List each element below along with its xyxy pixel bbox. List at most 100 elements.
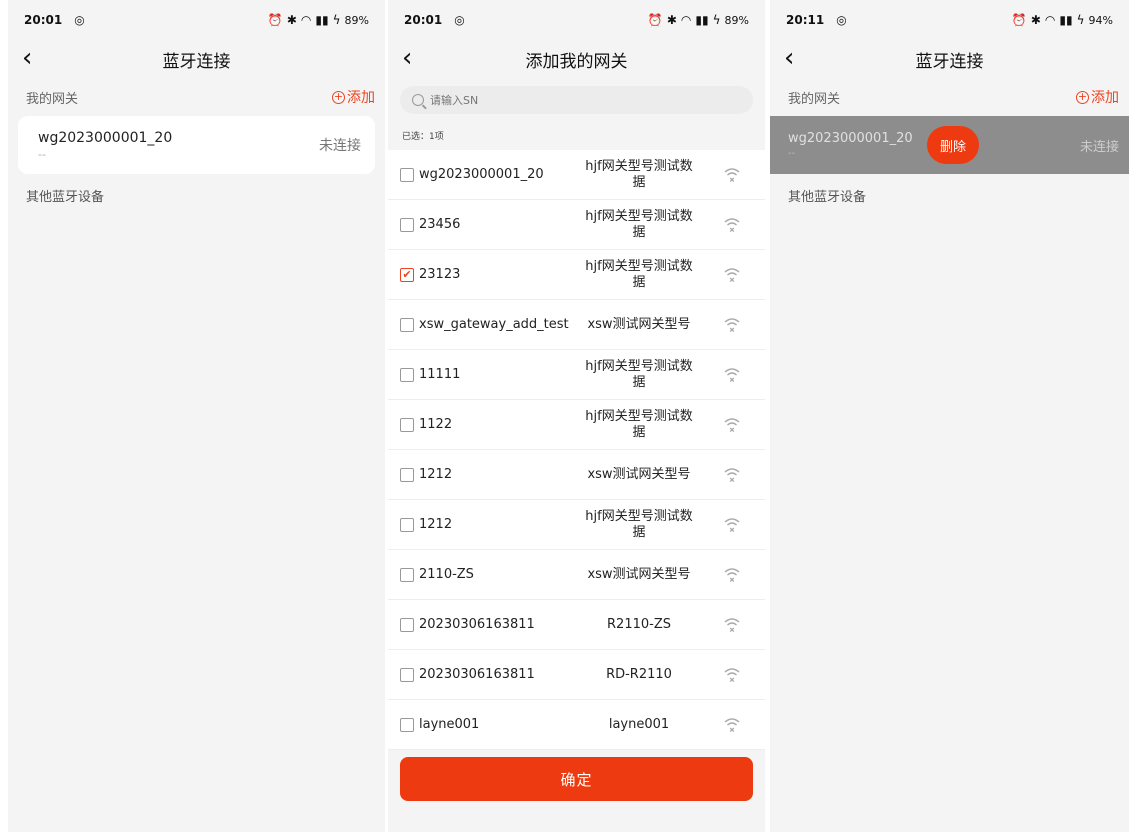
device-row[interactable]: 1212 hjf网关型号测试数据 [388, 500, 765, 550]
charging-icon: ϟ [712, 13, 721, 27]
device-sn: 20230306163811 [419, 617, 535, 632]
wifi-disconnected-icon [699, 317, 765, 333]
wifi-status-icon: ◠ [300, 13, 312, 27]
back-arrow-icon[interactable]: ‹ [22, 44, 32, 72]
screen-bluetooth-connect-delete: 20:11 ◎ ⏰ ✱ ◠ ▮▮ ϟ 94% ‹ 蓝牙连接 我的网关 + 添加 wg20230… [770, 0, 1129, 832]
device-row[interactable]: wg2023000001_20 hjf网关型号测试数据 [388, 150, 765, 200]
device-row[interactable]: 2110-ZS xsw测试网关型号 [388, 550, 765, 600]
page-title: 添加我的网关 [525, 51, 628, 72]
wifi-disconnected-icon [699, 617, 765, 633]
device-row[interactable]: 20230306163811 R2110-ZS [388, 600, 765, 650]
device-row[interactable]: 1212 xsw测试网关型号 [388, 450, 765, 500]
gateway-card-swiped[interactable]: wg2023000001_20 -- 删除 未连接 [770, 116, 1129, 174]
back-arrow-icon[interactable]: ‹ [402, 44, 412, 72]
status-bar: 20:01 ◎ ⏰ ✱ ◠ ▮▮ ϟ 89% [388, 0, 765, 40]
device-model: R2110-ZS [607, 616, 671, 632]
device-checkbox[interactable] [400, 367, 414, 382]
device-checkbox[interactable] [400, 317, 414, 332]
device-list: wg2023000001_20 hjf网关型号测试数据 23456 hjf网关型号测试… [388, 150, 765, 750]
search-input[interactable] [430, 93, 730, 107]
charging-icon: ϟ [332, 13, 341, 27]
delete-button[interactable]: 删除 [927, 126, 979, 164]
device-model: xsw测试网关型号 [587, 316, 691, 332]
device-model: hjf网关型号测试数据 [585, 208, 693, 240]
device-row[interactable]: 1122 hjf网关型号测试数据 [388, 400, 765, 450]
signal-icon: ▮▮ [315, 13, 329, 27]
status-bar: 20:01 ◎ ⏰ ✱ ◠ ▮▮ ϟ 89% [8, 0, 385, 40]
status-time: 20:01 [24, 13, 63, 27]
device-sn: 2110-ZS [419, 567, 474, 582]
bluetooth-icon: ✱ [286, 13, 297, 27]
gateway-subtitle: -- [38, 147, 46, 161]
device-checkbox[interactable] [400, 167, 414, 182]
wifi-status-icon: ◠ [1044, 13, 1056, 27]
bluetooth-icon: ✱ [666, 13, 677, 27]
app-notification-icon: ◎ [74, 13, 85, 27]
status-time: 20:11 [786, 13, 825, 27]
wifi-disconnected-icon [699, 267, 765, 283]
search-bar[interactable] [400, 86, 753, 114]
back-arrow-icon[interactable]: ‹ [784, 44, 794, 72]
device-checkbox[interactable] [400, 667, 414, 682]
screen-add-gateway: 20:01 ◎ ⏰✱◠▮▮ϟ89% ‹ 添加我的网关 已选：1项 wg202300… [388, 0, 765, 832]
device-sn: wg2023000001_20 [419, 167, 544, 182]
device-sn: 23456 [419, 217, 461, 232]
device-model: hjf网关型号测试数据 [585, 508, 693, 540]
wifi-disconnected-icon [699, 517, 765, 533]
device-model: hjf网关型号测试数据 [585, 408, 693, 440]
app-notification-icon: ◎ [454, 13, 465, 27]
device-row[interactable]: 20230306163811 RD-R2110 [388, 650, 765, 700]
device-model: xsw测试网关型号 [587, 566, 691, 582]
charging-icon: ϟ [1076, 13, 1085, 27]
device-row[interactable]: xsw_gateway_add_test xsw测试网关型号 [388, 300, 765, 350]
wifi-disconnected-icon [699, 467, 765, 483]
device-checkbox[interactable] [400, 217, 414, 232]
gateway-connection-status: 未连接 [319, 138, 361, 154]
bluetooth-icon: ✱ [1030, 13, 1041, 27]
device-checkbox[interactable] [400, 617, 414, 632]
app-notification-icon: ◎ [836, 13, 847, 27]
status-time: 20:01 [404, 13, 443, 27]
device-checkbox[interactable] [400, 267, 414, 282]
gateway-card[interactable]: wg2023000001_20 -- 未连接 [18, 116, 375, 174]
gateway-connection-status: 未连接 [1079, 139, 1119, 155]
wifi-disconnected-icon [699, 717, 765, 733]
device-model: hjf网关型号测试数据 [585, 158, 693, 190]
device-model: xsw测试网关型号 [587, 466, 691, 482]
add-label: 添加 [347, 90, 375, 106]
device-row[interactable]: 23456 hjf网关型号测试数据 [388, 200, 765, 250]
device-sn: 1122 [419, 417, 453, 432]
device-checkbox[interactable] [400, 717, 414, 732]
device-checkbox[interactable] [400, 467, 414, 482]
gateway-subtitle: -- [788, 148, 796, 159]
device-sn: 23123 [419, 267, 461, 282]
wifi-disconnected-icon [699, 567, 765, 583]
device-checkbox[interactable] [400, 517, 414, 532]
my-gateways-label: 我的网关 [788, 91, 841, 107]
device-row[interactable]: 11111 hjf网关型号测试数据 [388, 350, 765, 400]
device-model: hjf网关型号测试数据 [585, 258, 693, 290]
wifi-disconnected-icon [699, 417, 765, 433]
nav-bar: ‹ 蓝牙连接 [8, 40, 385, 78]
battery-level: 94% [1088, 13, 1113, 27]
add-gateway-button[interactable]: + 添加 [1076, 87, 1119, 107]
wifi-disconnected-icon [699, 217, 765, 233]
device-checkbox[interactable] [400, 567, 414, 582]
add-circle-icon: + [332, 89, 345, 104]
alarm-icon: ⏰ [1011, 13, 1027, 27]
battery-level: 89% [344, 13, 369, 27]
screen-bluetooth-connect: 20:01 ◎ ⏰ ✱ ◠ ▮▮ ϟ 89% ‹ 蓝牙连接 我的网关 + 添加 wg20230… [8, 0, 385, 832]
device-sn: 11111 [419, 367, 461, 382]
confirm-button[interactable]: 确定 [400, 757, 753, 801]
search-icon [412, 94, 424, 106]
device-model: hjf网关型号测试数据 [585, 358, 693, 390]
my-gateways-header: 我的网关 + 添加 [770, 78, 1129, 116]
wifi-status-icon: ◠ [680, 13, 692, 27]
wifi-disconnected-icon [699, 667, 765, 683]
add-gateway-button[interactable]: + 添加 [332, 87, 375, 107]
device-checkbox[interactable] [400, 417, 414, 432]
gateway-name: wg2023000001_20 [788, 131, 913, 146]
device-row[interactable]: layne001 layne001 [388, 700, 765, 750]
nav-bar: ‹ 添加我的网关 [388, 40, 765, 78]
device-row[interactable]: 23123 hjf网关型号测试数据 [388, 250, 765, 300]
